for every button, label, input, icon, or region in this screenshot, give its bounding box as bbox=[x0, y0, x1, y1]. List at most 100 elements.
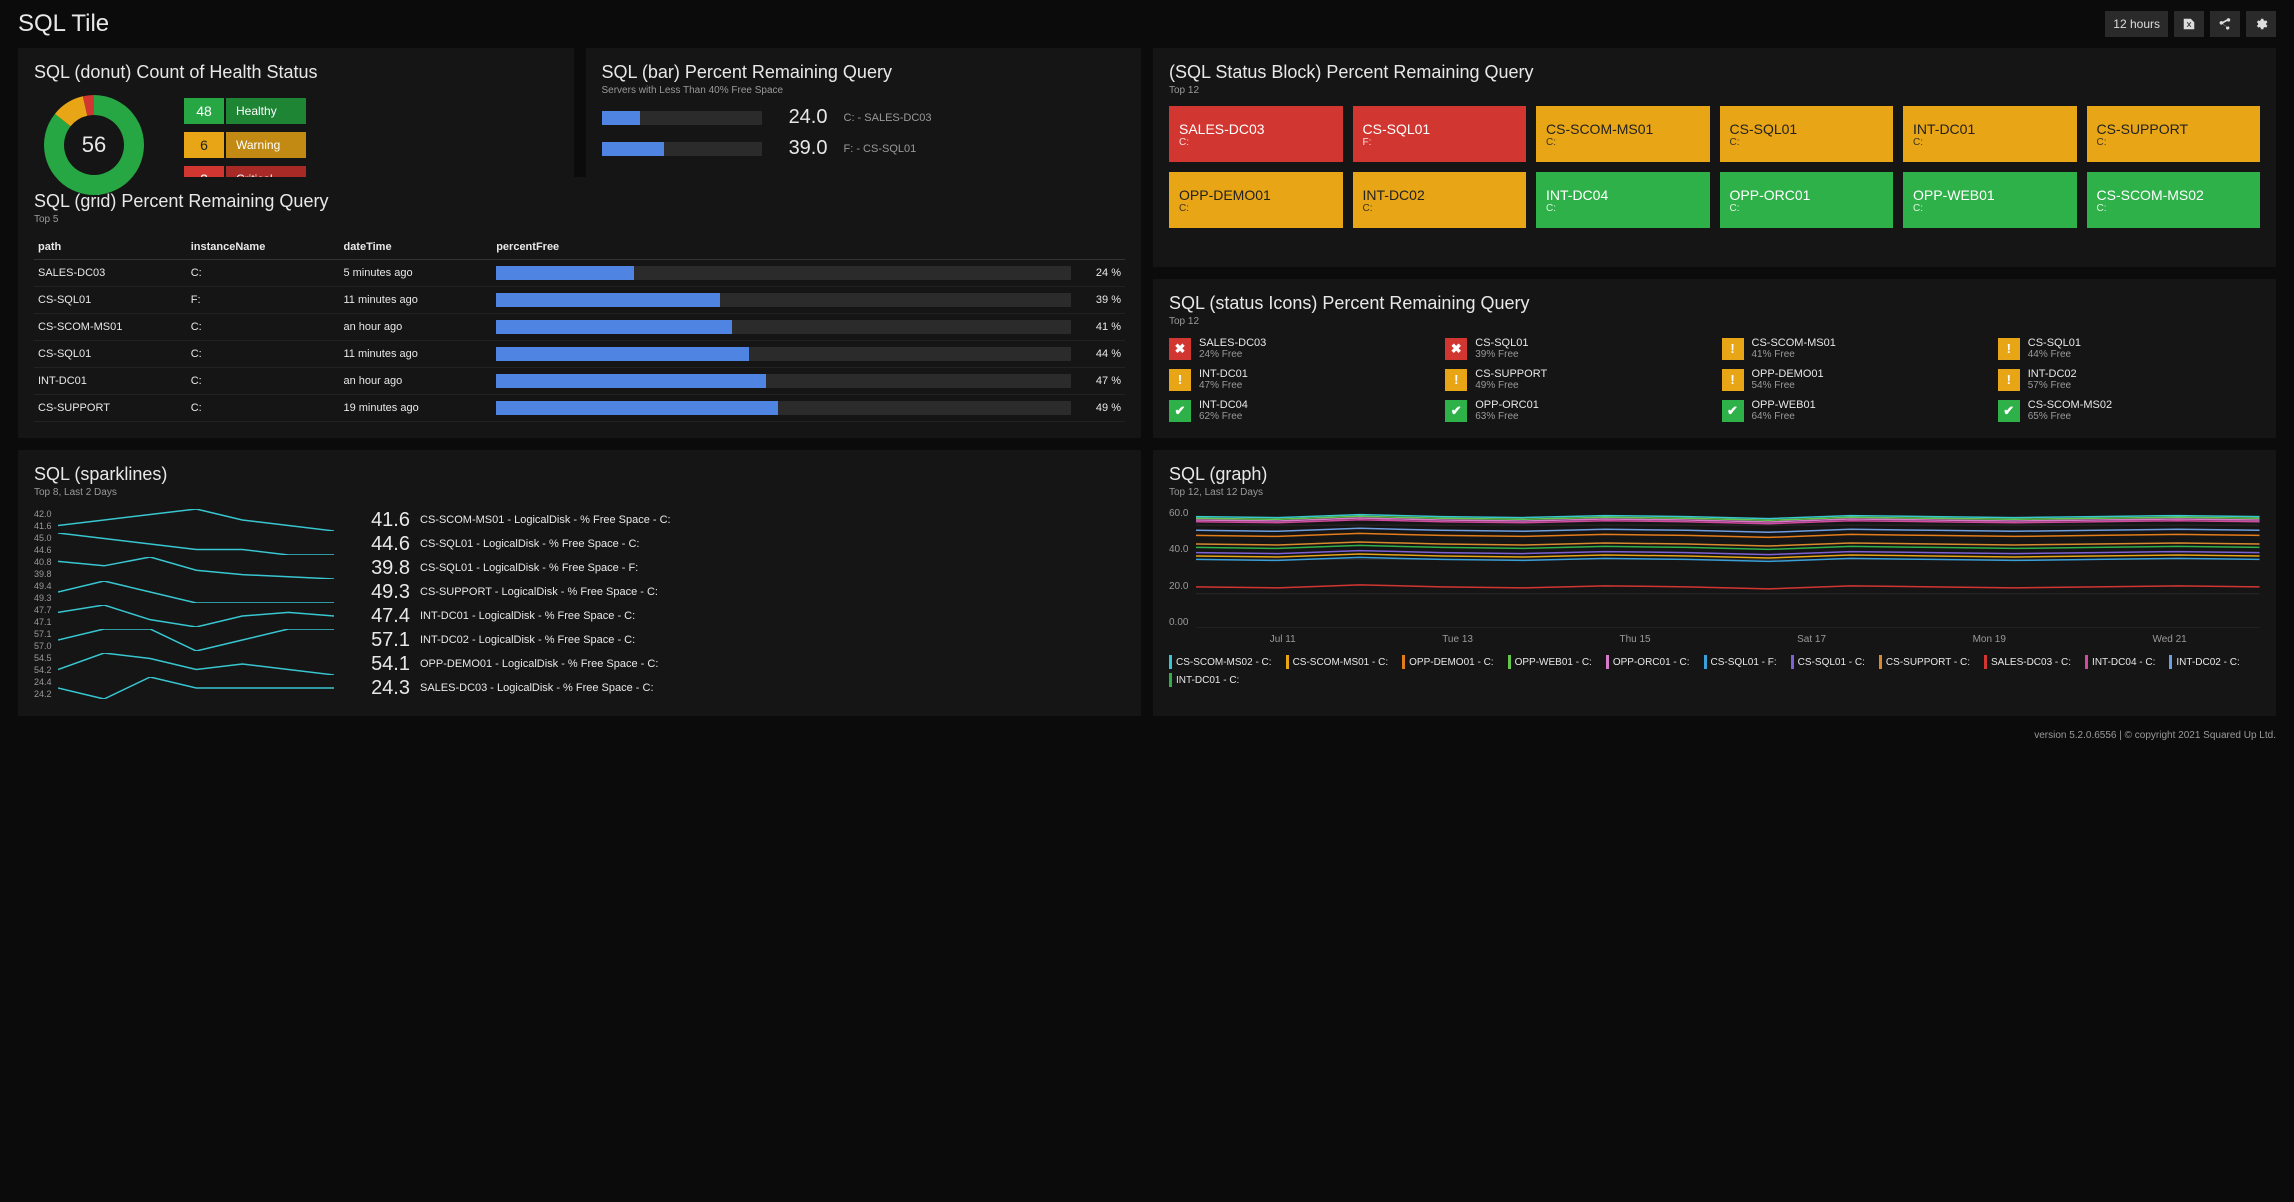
grid-subtitle: Top 5 bbox=[34, 214, 1125, 225]
status-icon-item[interactable]: ✔OPP-WEB0164% Free bbox=[1722, 399, 1984, 422]
donut-chart: 56 bbox=[34, 85, 154, 205]
grid-panel: SQL (grid) Percent Remaining Query Top 5… bbox=[18, 177, 1141, 438]
sparkline-label: SALES-DC03 - LogicalDisk - % Free Space … bbox=[420, 682, 654, 694]
graph-legend-item[interactable]: CS-SQL01 - F: bbox=[1704, 655, 1777, 669]
sparklines-title: SQL (sparklines) bbox=[34, 464, 1125, 485]
status-icon-item[interactable]: !CS-SQL0144% Free bbox=[1998, 337, 2260, 360]
time-range-button[interactable]: 12 hours bbox=[2105, 11, 2168, 37]
column-header[interactable]: path bbox=[34, 235, 187, 260]
table-row[interactable]: CS-SQL01C:11 minutes ago44 % bbox=[34, 341, 1125, 368]
legend-text: OPP-WEB01 - C: bbox=[1515, 657, 1592, 668]
status-icon-item[interactable]: ✔OPP-ORC0163% Free bbox=[1445, 399, 1707, 422]
sparkline-chart bbox=[58, 629, 334, 651]
settings-button[interactable] bbox=[2246, 11, 2276, 37]
status-block[interactable]: INT-DC01C: bbox=[1903, 106, 2077, 162]
status-block[interactable]: CS-SUPPORTC: bbox=[2087, 106, 2261, 162]
status-icons-title: SQL (status Icons) Percent Remaining Que… bbox=[1169, 293, 2260, 314]
status-icon-item[interactable]: ✔INT-DC0462% Free bbox=[1169, 399, 1431, 422]
status-icon-item[interactable]: !INT-DC0147% Free bbox=[1169, 368, 1431, 391]
table-row[interactable]: SALES-DC03C:5 minutes ago24 % bbox=[34, 260, 1125, 287]
graph-legend-item[interactable]: CS-SCOM-MS02 - C: bbox=[1169, 655, 1272, 669]
spark-axis: 45.044.6 bbox=[34, 533, 52, 555]
graph-legend-item[interactable]: OPP-ORC01 - C: bbox=[1606, 655, 1690, 669]
status-icon-item[interactable]: ✖SALES-DC0324% Free bbox=[1169, 337, 1431, 360]
sparkline-row[interactable]: 45.044.6 bbox=[34, 532, 334, 556]
column-header[interactable]: percentFree bbox=[492, 235, 1125, 260]
pf-value: 44 % bbox=[1081, 348, 1121, 360]
status-name: OPP-ORC01 bbox=[1475, 399, 1539, 411]
legend-row[interactable]: 48Healthy bbox=[184, 98, 306, 124]
graph-legend-item[interactable]: CS-SCOM-MS01 - C: bbox=[1286, 655, 1389, 669]
donut-title: SQL (donut) Count of Health Status bbox=[34, 62, 558, 83]
graph-legend-item[interactable]: INT-DC02 - C: bbox=[2169, 655, 2239, 669]
sparkline-row[interactable]: 40.839.8 bbox=[34, 556, 334, 580]
status-icon-item[interactable]: !CS-SCOM-MS0141% Free bbox=[1722, 337, 1984, 360]
table-row[interactable]: INT-DC01C:an hour ago47 % bbox=[34, 368, 1125, 395]
column-header[interactable]: dateTime bbox=[339, 235, 492, 260]
status-icon-item[interactable]: !CS-SUPPORT49% Free bbox=[1445, 368, 1707, 391]
graph-legend-item[interactable]: INT-DC04 - C: bbox=[2085, 655, 2155, 669]
sparkline-row[interactable]: 47.747.1 bbox=[34, 604, 334, 628]
sparkline-label: CS-SCOM-MS01 - LogicalDisk - % Free Spac… bbox=[420, 514, 671, 526]
block-name: OPP-WEB01 bbox=[1913, 187, 2067, 203]
status-name: INT-DC02 bbox=[2028, 368, 2077, 380]
sparkline-value: 54.1 bbox=[354, 653, 410, 676]
sparkline-row[interactable]: 42.041.6 bbox=[34, 508, 334, 532]
top-actions: 12 hours bbox=[2105, 11, 2276, 37]
status-block[interactable]: SALES-DC03C: bbox=[1169, 106, 1343, 162]
status-sub: 41% Free bbox=[1752, 349, 1836, 360]
y-tick: 20.0 bbox=[1169, 581, 1188, 592]
sparkline-row[interactable]: 24.424.2 bbox=[34, 676, 334, 700]
block-name: SALES-DC03 bbox=[1179, 121, 1333, 137]
grid-table: pathinstanceNamedateTimepercentFreeSALES… bbox=[34, 235, 1125, 422]
status-icon-item[interactable]: !INT-DC0257% Free bbox=[1998, 368, 2260, 391]
status-block[interactable]: OPP-WEB01C: bbox=[1903, 172, 2077, 228]
bar-value: 39.0 bbox=[778, 137, 828, 160]
bar-track bbox=[602, 142, 762, 156]
x-tick: Sat 17 bbox=[1797, 634, 1826, 645]
sparkline-label: CS-SQL01 - LogicalDisk - % Free Space - … bbox=[420, 538, 639, 550]
sparkline-row[interactable]: 49.449.3 bbox=[34, 580, 334, 604]
table-row[interactable]: CS-SQL01F:11 minutes ago39 % bbox=[34, 287, 1125, 314]
legend-label: Warning bbox=[226, 132, 306, 158]
graph-legend-item[interactable]: INT-DC01 - C: bbox=[1169, 673, 1239, 687]
sparkline-value: 57.1 bbox=[354, 629, 410, 652]
graph-legend-item[interactable]: CS-SUPPORT - C: bbox=[1879, 655, 1970, 669]
share-button[interactable] bbox=[2210, 11, 2240, 37]
status-block[interactable]: OPP-DEMO01C: bbox=[1169, 172, 1343, 228]
graph-legend-item[interactable]: SALES-DC03 - C: bbox=[1984, 655, 2071, 669]
status-block[interactable]: INT-DC04C: bbox=[1536, 172, 1710, 228]
status-block[interactable]: CS-SCOM-MS01C: bbox=[1536, 106, 1710, 162]
status-block[interactable]: CS-SQL01C: bbox=[1720, 106, 1894, 162]
graph-legend-item[interactable]: OPP-WEB01 - C: bbox=[1508, 655, 1592, 669]
graph-legend-item[interactable]: CS-SQL01 - C: bbox=[1791, 655, 1865, 669]
status-icon: ✖ bbox=[1445, 338, 1467, 360]
column-header[interactable]: instanceName bbox=[187, 235, 340, 260]
status-block[interactable]: CS-SQL01F: bbox=[1353, 106, 1527, 162]
block-sub: C: bbox=[1546, 137, 1700, 148]
cell-time: an hour ago bbox=[339, 368, 492, 395]
status-icon-item[interactable]: ✖CS-SQL0139% Free bbox=[1445, 337, 1707, 360]
sparkline-value-row: 41.6CS-SCOM-MS01 - LogicalDisk - % Free … bbox=[354, 508, 1125, 532]
status-block[interactable]: INT-DC02C: bbox=[1353, 172, 1527, 228]
status-block[interactable]: CS-SCOM-MS02C: bbox=[2087, 172, 2261, 228]
table-row[interactable]: CS-SUPPORTC:19 minutes ago49 % bbox=[34, 395, 1125, 422]
status-block-panel: (SQL Status Block) Percent Remaining Que… bbox=[1153, 48, 2276, 267]
graph-legend-item[interactable]: OPP-DEMO01 - C: bbox=[1402, 655, 1493, 669]
sparkline-value: 44.6 bbox=[354, 533, 410, 556]
spark-axis: 40.839.8 bbox=[34, 557, 52, 579]
sparkline-row[interactable]: 57.157.0 bbox=[34, 628, 334, 652]
sparkline-row[interactable]: 54.554.2 bbox=[34, 652, 334, 676]
status-block[interactable]: OPP-ORC01C: bbox=[1720, 172, 1894, 228]
sparkline-value: 39.8 bbox=[354, 557, 410, 580]
bar-item[interactable]: 39.0F: - CS-SQL01 bbox=[602, 137, 1126, 160]
status-icon-item[interactable]: !OPP-DEMO0154% Free bbox=[1722, 368, 1984, 391]
bar-item[interactable]: 24.0C: - SALES-DC03 bbox=[602, 106, 1126, 129]
sparkline-value-row: 54.1 OPP-DEMO01 - LogicalDisk - % Free Sp… bbox=[354, 652, 1125, 676]
export-excel-button[interactable] bbox=[2174, 11, 2204, 37]
status-icon: ! bbox=[1998, 369, 2020, 391]
sparkline-label: OPP-DEMO01 - LogicalDisk - % Free Space … bbox=[420, 658, 658, 670]
legend-row[interactable]: 6Warning bbox=[184, 132, 306, 158]
table-row[interactable]: CS-SCOM-MS01C:an hour ago41 % bbox=[34, 314, 1125, 341]
status-icon-item[interactable]: ✔CS-SCOM-MS0265% Free bbox=[1998, 399, 2260, 422]
